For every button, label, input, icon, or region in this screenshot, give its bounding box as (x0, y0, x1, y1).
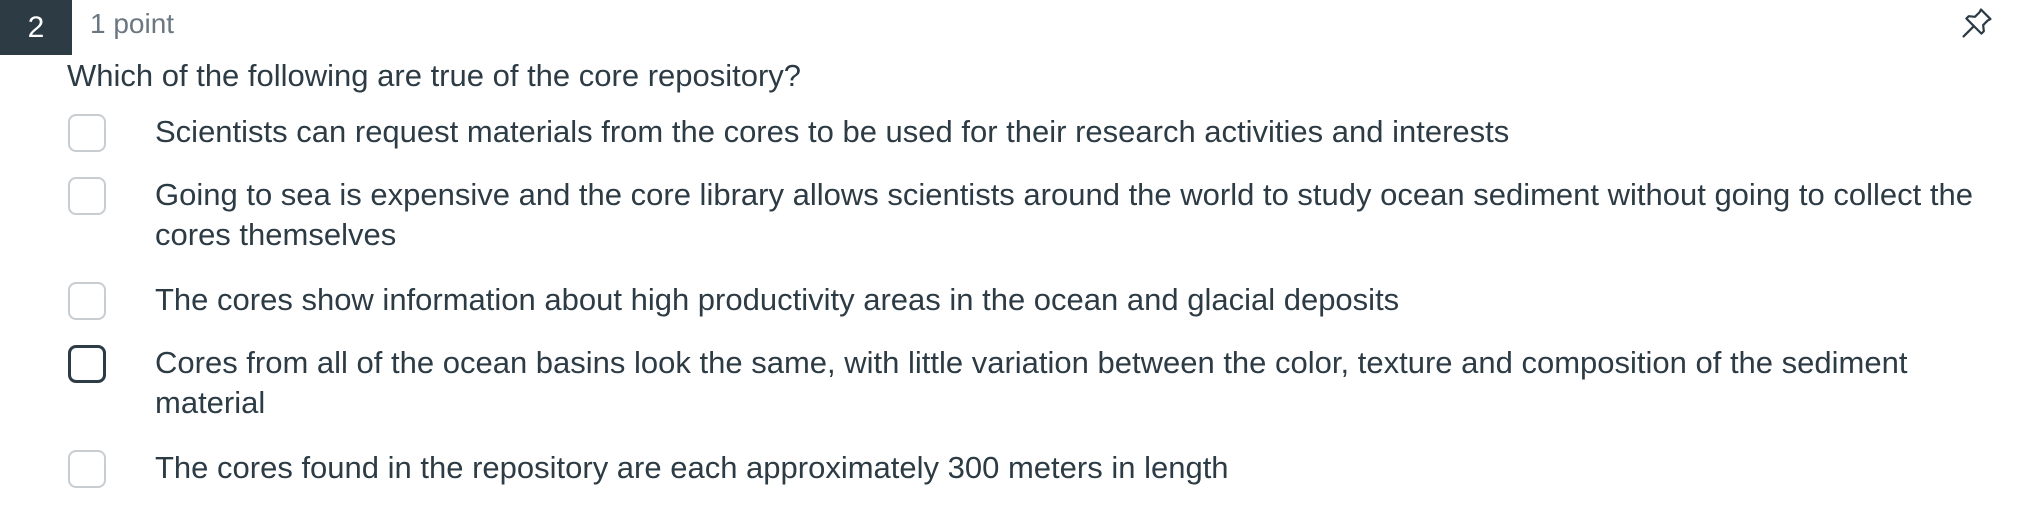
answer-option-label: Scientists can request materials from th… (155, 114, 1510, 149)
answer-checkbox[interactable] (68, 114, 106, 152)
answer-checkbox[interactable] (68, 177, 106, 215)
answer-option-label: The cores found in the repository are ea… (155, 450, 1229, 485)
question-points: 1 point (90, 8, 175, 39)
question-prompt: Which of the following are true of the c… (67, 58, 802, 93)
answer-checkbox[interactable] (68, 282, 106, 320)
question-number-badge: 2 (0, 0, 72, 55)
answer-checkbox[interactable] (68, 450, 106, 488)
answer-option-label: Cores from all of the ocean basins look … (155, 345, 1908, 420)
answer-checkbox[interactable] (68, 345, 106, 383)
pin-icon[interactable] (1958, 4, 1996, 42)
answer-option-label: Going to sea is expensive and the core l… (155, 177, 1973, 252)
answer-option-label: The cores show information about high pr… (155, 282, 1400, 317)
